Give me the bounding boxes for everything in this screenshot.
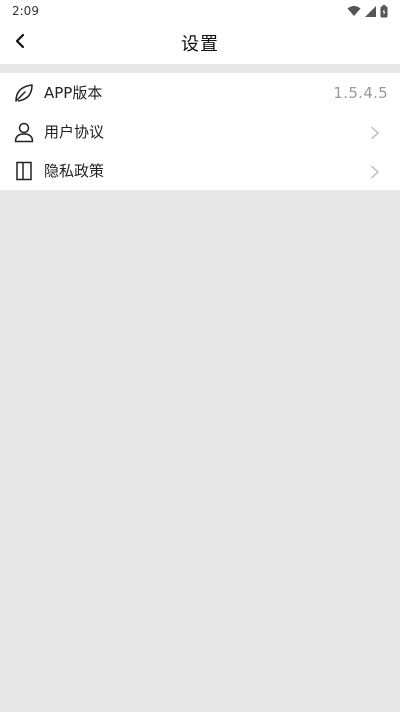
chevron-right-icon	[368, 164, 382, 178]
page-title: 设置	[181, 34, 219, 55]
settings-item-label: 隐私政策	[44, 162, 105, 180]
signal-icon	[365, 5, 376, 17]
settings-list: APP版本 1.5.4.5 用户协议 隐私政策	[0, 73, 400, 190]
settings-item-privacy-policy[interactable]: 隐私政策	[0, 151, 400, 190]
status-time: 2:09	[12, 4, 39, 18]
app-bar: 设置	[0, 22, 400, 64]
back-button[interactable]	[6, 29, 34, 57]
chevron-left-icon	[14, 33, 26, 53]
status-bar: 2:09	[0, 0, 400, 22]
battery-icon	[380, 4, 388, 18]
settings-screen: 2:09 设置 APP版本 1.5.4.5 用户协议 隐私政策	[0, 0, 400, 712]
settings-item-label: APP版本	[44, 84, 103, 102]
chevron-right-icon	[368, 125, 382, 139]
user-icon	[12, 120, 36, 144]
leaf-icon	[12, 81, 36, 105]
app-version-value: 1.5.4.5	[333, 83, 388, 102]
settings-item-user-agreement[interactable]: 用户协议	[0, 112, 400, 151]
section-divider	[0, 64, 400, 73]
settings-item-label: 用户协议	[44, 123, 105, 141]
settings-item-app-version[interactable]: APP版本 1.5.4.5	[0, 73, 400, 112]
wifi-icon	[347, 5, 361, 17]
book-icon	[12, 159, 36, 183]
status-icons	[347, 4, 388, 18]
